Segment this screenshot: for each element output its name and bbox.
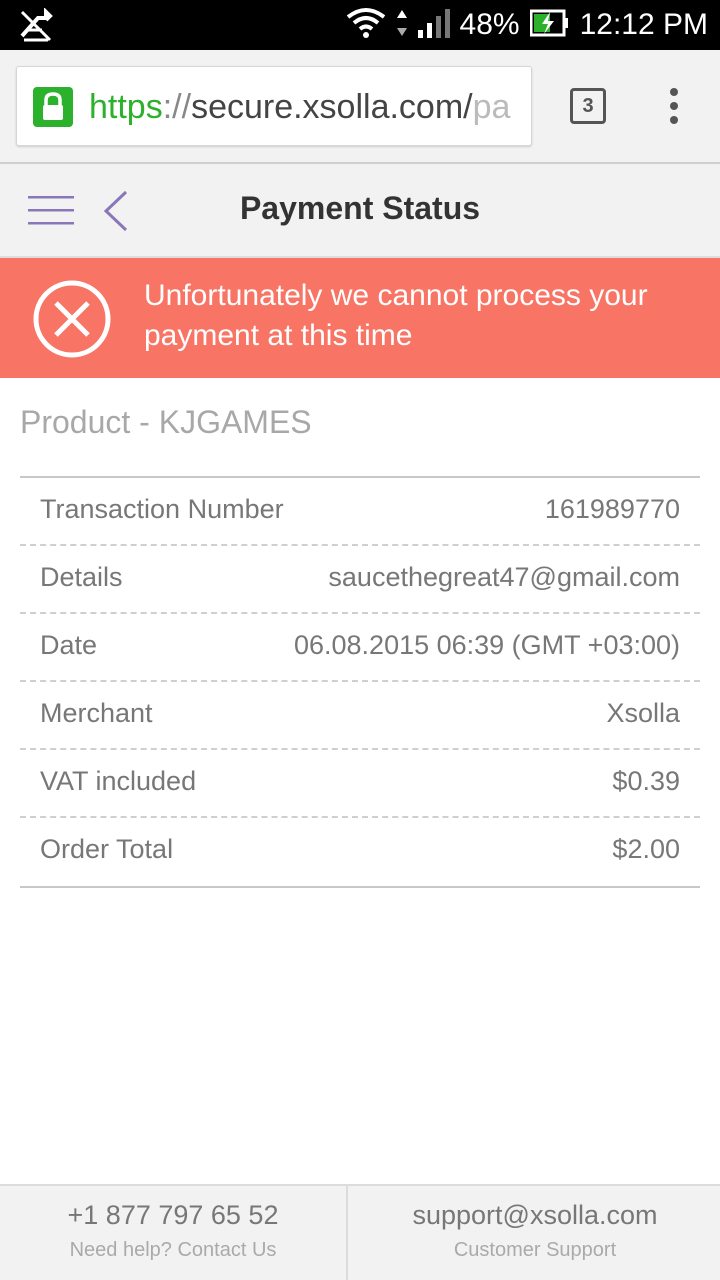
battery-charging-icon	[529, 8, 570, 43]
row-value: saucethegreat47@gmail.com	[328, 562, 680, 592]
row-label: Transaction Number	[40, 494, 284, 524]
support-email-link[interactable]: support@xsolla.com	[350, 1200, 720, 1231]
row-value: $0.39	[612, 766, 680, 796]
table-row: Date 06.08.2015 06:39 (GMT +03:00)	[20, 614, 700, 682]
browser-menu-icon[interactable]	[664, 86, 684, 126]
error-message: Unfortunately we cannot process your pay…	[144, 279, 648, 352]
row-value: 06.08.2015 06:39 (GMT +03:00)	[293, 630, 680, 660]
url-text: https://secure.xsolla.com/pa	[89, 88, 511, 126]
row-value: Xsolla	[606, 698, 680, 728]
row-label: Order Total	[40, 834, 174, 864]
browser-toolbar: https://secure.xsolla.com/pa 3	[0, 50, 720, 164]
clock: 12:12 PM	[579, 8, 708, 41]
row-label: VAT included	[40, 766, 197, 796]
row-value: $2.00	[612, 834, 680, 864]
support-phone-link[interactable]: +1 877 797 65 52	[0, 1200, 346, 1231]
table-row: Transaction Number 161989770	[20, 478, 700, 546]
row-label: Merchant	[40, 698, 153, 728]
support-footer: +1 877 797 65 52 Need help? Contact Us s…	[0, 1184, 720, 1280]
data-transfer-icon	[396, 8, 408, 43]
phone-contact[interactable]: +1 877 797 65 52 Need help? Contact Us	[0, 1186, 348, 1280]
product-title: Product - KJGAMES	[20, 404, 312, 440]
email-contact[interactable]: support@xsolla.com Customer Support	[350, 1186, 720, 1280]
row-label: Details	[40, 562, 123, 592]
no-sim-icon	[18, 7, 54, 44]
row-label: Date	[40, 630, 98, 660]
address-bar[interactable]: https://secure.xsolla.com/pa	[16, 66, 532, 146]
table-row: Details saucethegreat47@gmail.com	[20, 546, 700, 614]
app-header: Payment Status	[0, 164, 720, 258]
table-row: Merchant Xsolla	[20, 682, 700, 750]
error-banner: Unfortunately we cannot process your pay…	[0, 258, 720, 378]
lock-icon	[33, 87, 73, 127]
table-row: VAT included $0.39	[20, 750, 700, 818]
hamburger-menu-icon[interactable]	[28, 194, 76, 228]
row-value: 161989770	[544, 494, 680, 524]
transaction-details-table: Transaction Number 161989770 Details sau…	[20, 476, 700, 888]
table-row: Order Total $2.00	[20, 818, 700, 886]
tab-switcher-button[interactable]: 3	[570, 88, 606, 124]
phone-caption: Need help? Contact Us	[69, 1239, 277, 1261]
wifi-icon	[346, 7, 386, 44]
email-caption: Customer Support	[453, 1239, 617, 1261]
close-circle-icon	[32, 279, 112, 359]
signal-icon	[417, 8, 450, 43]
battery-percent: 48%	[459, 8, 520, 41]
status-bar: 48% 12:12 PM	[0, 0, 720, 50]
chevron-left-icon[interactable]	[100, 188, 132, 234]
